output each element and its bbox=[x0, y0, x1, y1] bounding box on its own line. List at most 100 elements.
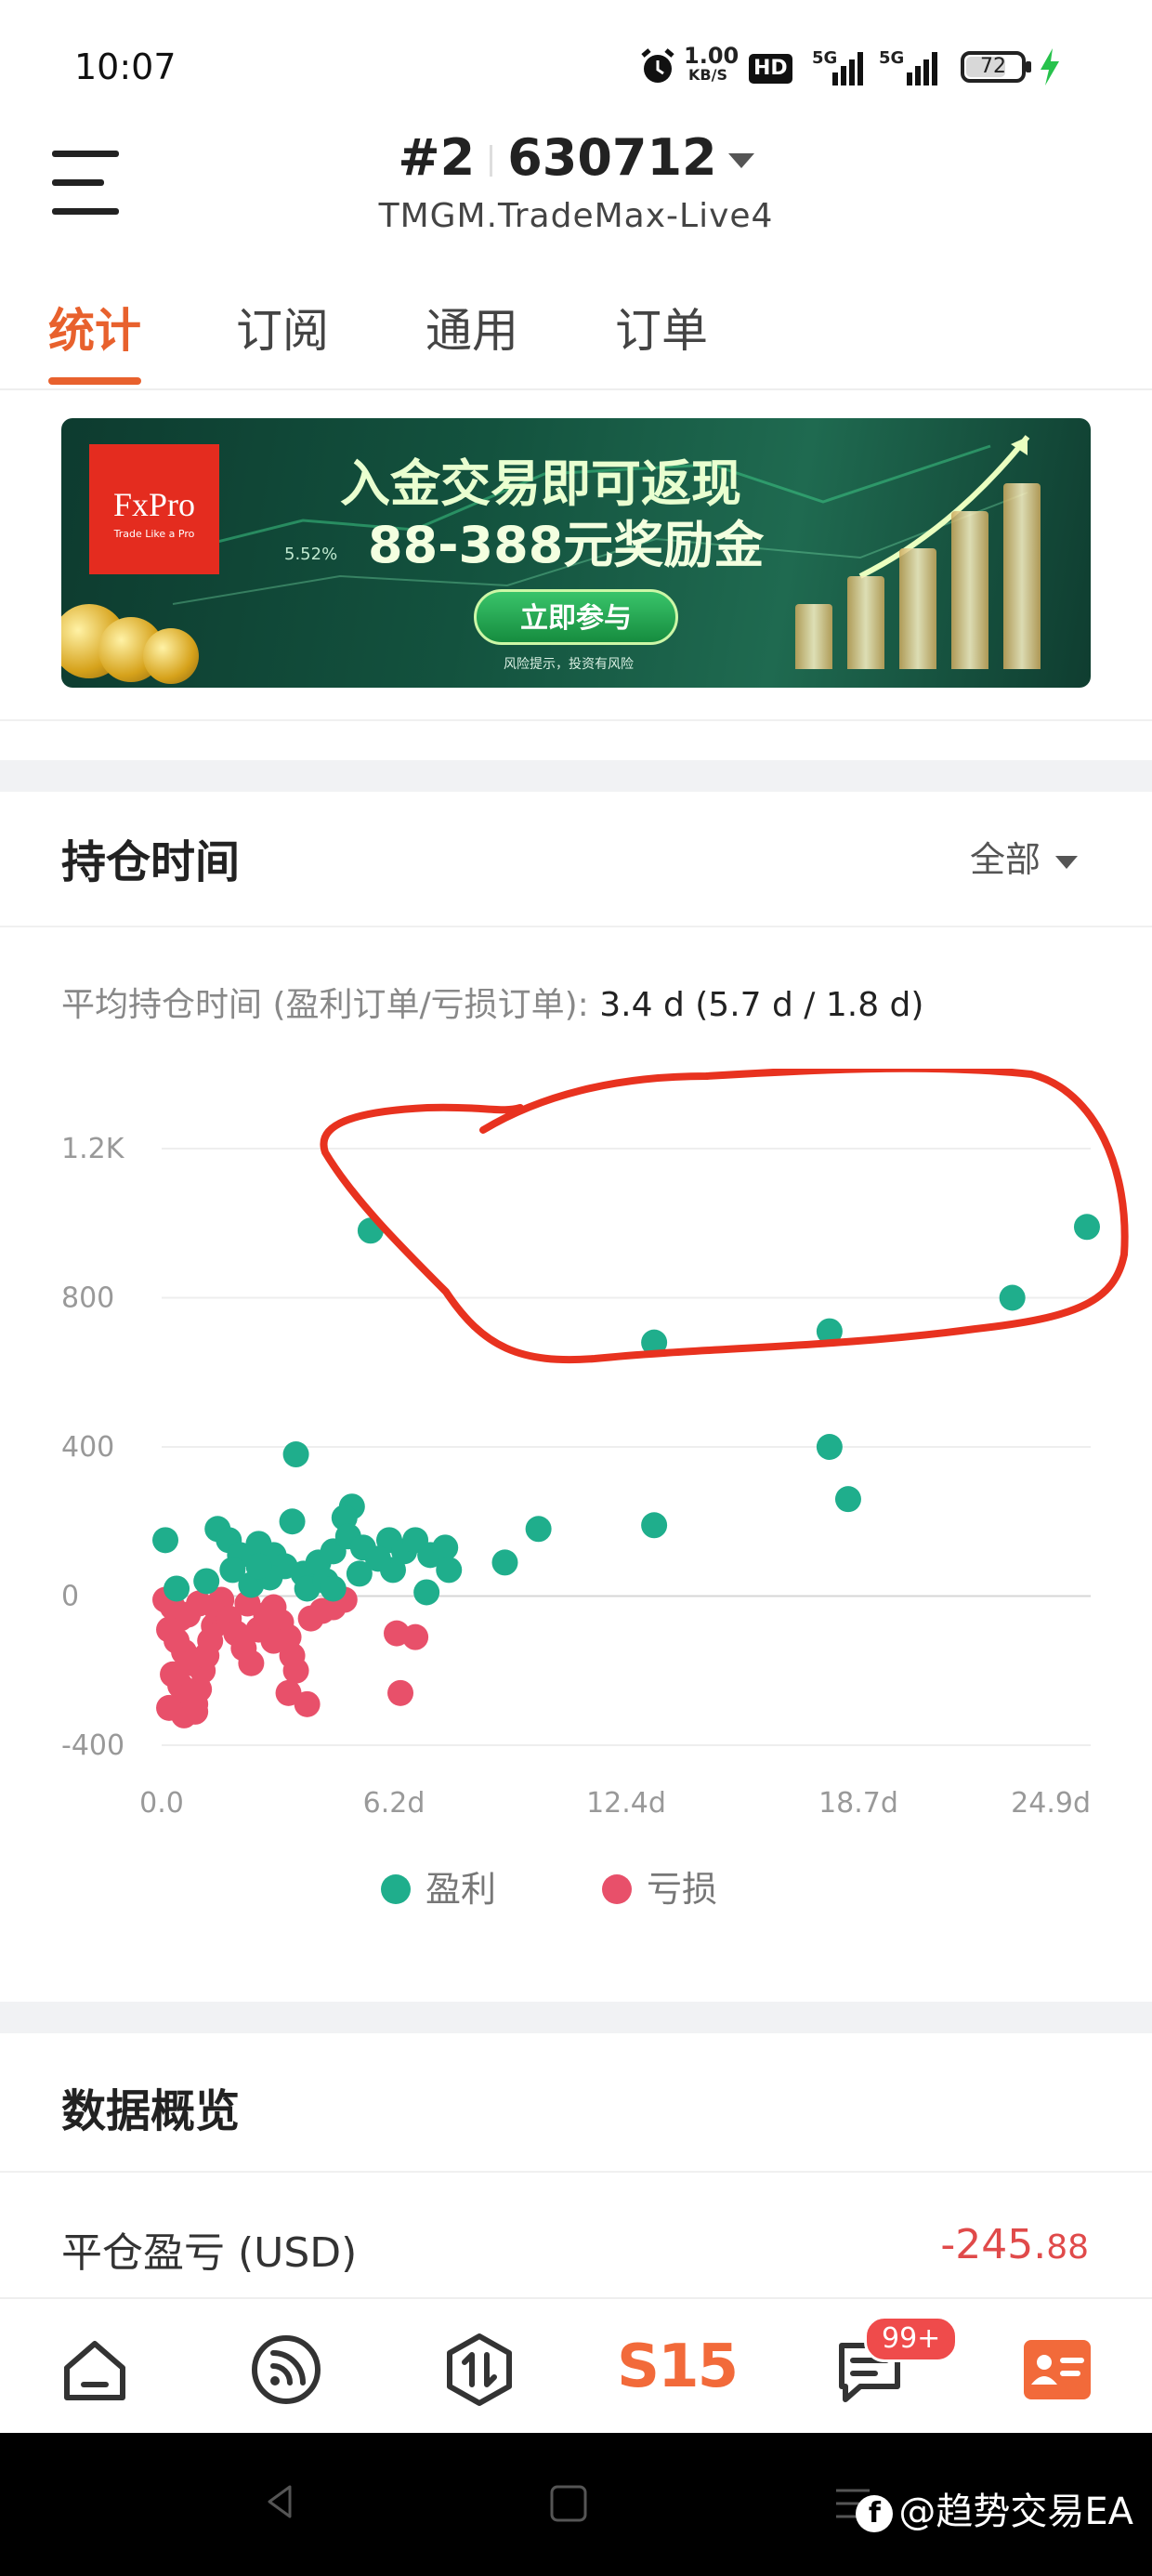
bottom-navigation bbox=[0, 2297, 1152, 2435]
server-name: TMGM.TradeMax-Live4 bbox=[378, 197, 774, 235]
filter-label: 全部 bbox=[970, 839, 1041, 880]
gold-bar bbox=[795, 604, 832, 669]
closed-pnl-label: 平仓盈亏 (USD) bbox=[61, 2229, 358, 2277]
y-tick-label: 800 bbox=[61, 1282, 114, 1315]
watermark-text: @趋势交易EA bbox=[898, 2491, 1133, 2533]
exchange-icon[interactable] bbox=[442, 2333, 517, 2407]
section-gap bbox=[0, 760, 1152, 792]
tab-statistics[interactable]: 统计 bbox=[48, 294, 141, 361]
x-tick-label: 18.7d bbox=[818, 1787, 898, 1820]
loss-point bbox=[402, 1623, 429, 1650]
profit-point bbox=[834, 1486, 861, 1513]
tab-active-indicator bbox=[48, 377, 141, 385]
tab-orders[interactable]: 订单 bbox=[615, 294, 708, 361]
profit-point bbox=[413, 1579, 440, 1606]
net-speed: 1.00 KB/S bbox=[684, 45, 739, 84]
divider bbox=[0, 926, 1152, 927]
battery-icon: 72 bbox=[961, 51, 1026, 83]
profit-point bbox=[491, 1549, 518, 1576]
charging-icon bbox=[1041, 48, 1059, 85]
section-title: 持仓时间 bbox=[61, 836, 241, 888]
promo-banner[interactable]: FxPro Trade Like a Pro 5.52% 入金交易即可返现 88… bbox=[61, 418, 1091, 688]
s15-logo[interactable]: S15 bbox=[617, 2333, 739, 2401]
hd-icon: HD bbox=[749, 54, 792, 84]
profit-point bbox=[641, 1512, 668, 1539]
closed-pnl-value: -245.88 bbox=[940, 2221, 1089, 2268]
overview-title: 数据概览 bbox=[61, 2085, 241, 2137]
watermark: f @趋势交易EA bbox=[856, 2481, 1133, 2535]
average-holding-time: 平均持仓时间 (盈利订单/亏损订单): 3.4 d (5.7 d / 1.8 d… bbox=[61, 978, 923, 1026]
battery-tip bbox=[1026, 61, 1031, 72]
x-tick-label: 12.4d bbox=[586, 1787, 666, 1820]
notification-badge: 99+ bbox=[864, 2316, 959, 2362]
loss-point bbox=[175, 1601, 202, 1628]
signal-icon: 5G bbox=[879, 48, 944, 85]
profit-point bbox=[525, 1516, 552, 1543]
legend-loss[interactable]: 亏损 bbox=[602, 1860, 717, 1912]
profit-point bbox=[245, 1553, 272, 1580]
alarm-icon bbox=[641, 48, 674, 83]
account-number: 630712 bbox=[507, 128, 717, 187]
profile-card-icon[interactable] bbox=[1020, 2333, 1094, 2407]
x-tick-label: 24.9d bbox=[1011, 1787, 1091, 1820]
legend-profit[interactable]: 盈利 bbox=[381, 1860, 496, 1912]
hd-label: HD bbox=[753, 57, 788, 80]
account-selector[interactable]: #2 630712 bbox=[0, 128, 1152, 187]
caret-down-icon bbox=[1055, 855, 1079, 869]
gold-bar bbox=[847, 576, 884, 669]
profit-point bbox=[164, 1575, 190, 1602]
pnl-cents: 88 bbox=[1046, 2228, 1089, 2267]
loss-point bbox=[182, 1698, 209, 1725]
chart-legend: 盈利 亏损 bbox=[0, 1860, 1152, 1912]
banner-risk-note: 风险提示，投资有风险 bbox=[504, 657, 634, 672]
y-tick-label: 0 bbox=[61, 1581, 79, 1613]
profit-point bbox=[282, 1441, 309, 1468]
gold-bar bbox=[951, 511, 988, 669]
profit-point bbox=[999, 1284, 1026, 1311]
section-gap bbox=[0, 2002, 1152, 2033]
banner-subheadline: 88-388元奖励金 bbox=[368, 516, 765, 574]
facebook-icon: f bbox=[856, 2495, 894, 2532]
avg-value: 3.4 d (5.7 d / 1.8 d) bbox=[599, 986, 924, 1024]
tab-general[interactable]: 通用 bbox=[425, 294, 518, 361]
banner-percent: 5.52% bbox=[284, 545, 338, 564]
annotation-circle bbox=[320, 1069, 1129, 1364]
x-tick-label: 0.0 bbox=[139, 1787, 184, 1820]
loss-point bbox=[294, 1690, 321, 1717]
legend-label: 亏损 bbox=[647, 1869, 718, 1910]
profit-point bbox=[432, 1534, 459, 1561]
avg-label: 平均持仓时间 (盈利订单/亏损订单): bbox=[61, 986, 589, 1024]
loss-point bbox=[282, 1657, 309, 1684]
home-icon[interactable] bbox=[58, 2333, 132, 2407]
legend-dot bbox=[381, 1873, 411, 1904]
legend-label: 盈利 bbox=[425, 1869, 497, 1910]
profit-point bbox=[816, 1434, 843, 1460]
feed-icon[interactable] bbox=[249, 2333, 323, 2407]
profit-point bbox=[152, 1527, 179, 1554]
banner-join-button[interactable]: 立即参与 bbox=[474, 589, 678, 645]
legend-dot bbox=[602, 1873, 632, 1904]
status-time: 10:07 bbox=[74, 46, 177, 87]
fxpro-tagline: Trade Like a Pro bbox=[113, 528, 195, 540]
loss-point bbox=[387, 1679, 414, 1706]
holding-time-scatter-chart: 1.2K 800 400 0 -400 0.0 6.2d 12.4d 18.7d 24.9d bbox=[61, 1069, 1129, 1820]
y-tick-label: -400 bbox=[61, 1729, 124, 1762]
pnl-main: -245. bbox=[940, 2221, 1047, 2268]
profit-point bbox=[320, 1575, 347, 1602]
tab-subscription[interactable]: 订阅 bbox=[236, 294, 329, 361]
battery-percent: 72 bbox=[980, 55, 1006, 78]
filter-dropdown[interactable]: 全部 bbox=[970, 831, 1079, 882]
x-tick-label: 6.2d bbox=[363, 1787, 425, 1820]
back-icon[interactable] bbox=[260, 2481, 301, 2522]
home-square-icon[interactable] bbox=[548, 2483, 589, 2524]
status-bar: 10:07 1.00 KB/S HD 5G 5G 72 bbox=[0, 0, 1152, 130]
signal-bars bbox=[832, 52, 863, 85]
gold-bar bbox=[1003, 483, 1041, 669]
profit-point bbox=[1073, 1214, 1100, 1241]
signal-icon: 5G bbox=[812, 48, 866, 85]
loss-point bbox=[260, 1627, 287, 1654]
profit-point bbox=[364, 1545, 391, 1572]
tab-bar: 统计 订阅 通用 订单 bbox=[0, 279, 1152, 390]
net-speed-unit: KB/S bbox=[688, 66, 727, 84]
caret-down-icon bbox=[727, 153, 754, 169]
